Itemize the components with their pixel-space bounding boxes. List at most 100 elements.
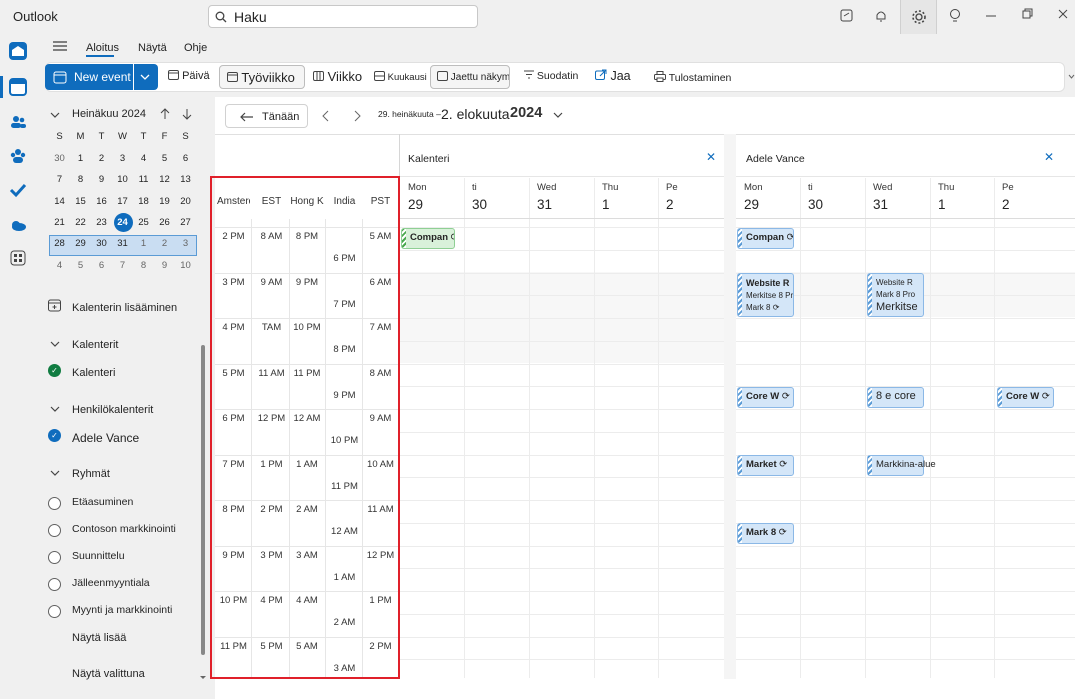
day-number[interactable]: 31 xyxy=(537,197,552,212)
mini-calendar-day[interactable]: 19 xyxy=(154,196,175,207)
tab-home[interactable]: Aloitus xyxy=(86,42,119,54)
mini-calendar-title[interactable]: Heinäkuu 2024 xyxy=(72,108,146,120)
mini-calendar-day[interactable]: 5 xyxy=(70,260,91,271)
mini-calendar-day[interactable]: 5 xyxy=(154,153,175,164)
event-website-review[interactable]: Website R Mark 8 Pro Merkitse xyxy=(867,273,924,317)
mini-calendar-day[interactable]: 16 xyxy=(91,196,112,207)
date-range-year[interactable]: 2024 xyxy=(510,105,542,121)
mini-calendar-day[interactable]: 8 xyxy=(133,260,154,271)
mini-calendar-day[interactable]: 28 xyxy=(49,238,70,249)
event-core-work[interactable]: Core W ⟳ xyxy=(997,387,1054,408)
search-input[interactable]: Haku xyxy=(208,5,478,28)
event-core-work[interactable]: 8 e core xyxy=(867,387,924,408)
mini-calendar-day[interactable]: 25 xyxy=(133,217,154,228)
mini-calendar-day[interactable]: 4 xyxy=(133,153,154,164)
show-selected-link[interactable]: Näytä valittuna xyxy=(72,668,145,680)
date-range-end[interactable]: 2. elokuuta xyxy=(441,106,510,122)
day-view-button[interactable]: Päivä xyxy=(168,66,216,88)
close-pane-icon[interactable]: ✕ xyxy=(1044,150,1054,164)
event-website-review[interactable]: Website R Merkitse 8 Pro Mark 8 ⟳ xyxy=(737,273,794,317)
mini-calendar-day[interactable]: 10 xyxy=(175,260,196,271)
add-calendar-link[interactable]: Kalenterin lisääminen xyxy=(72,302,177,314)
event-company[interactable]: Compan ⟳ xyxy=(737,228,794,249)
chevron-down-icon[interactable] xyxy=(50,405,60,416)
mini-calendar-day[interactable]: 22 xyxy=(70,217,91,228)
chevron-down-icon[interactable] xyxy=(553,111,563,123)
mini-calendar-day[interactable]: 3 xyxy=(112,153,133,164)
calendar-icon[interactable] xyxy=(9,78,27,96)
day-number[interactable]: 31 xyxy=(873,197,888,212)
day-number[interactable]: 30 xyxy=(808,197,823,212)
mini-calendar-day[interactable]: 15 xyxy=(70,196,91,207)
close-pane-icon[interactable]: ✕ xyxy=(706,150,716,164)
mini-calendar-day[interactable]: 7 xyxy=(112,260,133,271)
mini-calendar-day[interactable]: 6 xyxy=(91,260,112,271)
mini-calendar-day[interactable]: 13 xyxy=(175,174,196,185)
mini-calendar-day[interactable]: 12 xyxy=(154,174,175,185)
group-radio[interactable] xyxy=(48,551,61,564)
split-view-button[interactable]: Jaettu näkymä xyxy=(430,65,510,89)
arrow-down-icon[interactable] xyxy=(182,108,192,123)
mini-calendar-day[interactable]: 9 xyxy=(154,260,175,271)
event-company[interactable]: Compan ⟳ xyxy=(401,228,455,249)
mini-calendar-day[interactable]: 11 xyxy=(133,174,154,185)
week-view-button[interactable]: Viikko xyxy=(313,66,368,88)
mini-calendar-day[interactable]: 2 xyxy=(91,153,112,164)
day-number[interactable]: 1 xyxy=(938,197,946,212)
scroll-down-icon[interactable] xyxy=(199,672,207,684)
calendar-add-icon[interactable] xyxy=(48,299,62,316)
mini-calendar-day[interactable]: 7 xyxy=(49,174,70,185)
mini-calendar-day[interactable]: 27 xyxy=(175,217,196,228)
mini-calendar-day[interactable]: 4 xyxy=(49,260,70,271)
mini-calendar-day[interactable]: 1 xyxy=(70,153,91,164)
group-item[interactable]: Etäasuminen xyxy=(72,496,133,508)
group-item[interactable]: Suunnittelu xyxy=(72,550,125,562)
event-marketing[interactable]: Markkina-alue xyxy=(867,455,936,476)
mini-calendar-day[interactable]: 6 xyxy=(175,153,196,164)
mini-calendar-day[interactable]: 26 xyxy=(154,217,175,228)
mini-calendar-day[interactable]: 21 xyxy=(49,217,70,228)
mini-calendar-day[interactable]: 17 xyxy=(112,196,133,207)
day-number[interactable]: 30 xyxy=(472,197,487,212)
mail-icon[interactable] xyxy=(9,42,27,60)
event-core-work[interactable]: Core W ⟳ xyxy=(737,387,794,408)
chevron-down-icon[interactable] xyxy=(140,73,150,81)
mini-calendar-day[interactable]: 14 xyxy=(49,196,70,207)
date-range-start[interactable]: 29. heinäkuuta – xyxy=(378,109,441,119)
next-week-icon[interactable] xyxy=(353,110,361,125)
group-item[interactable]: Myynti ja markkinointi xyxy=(72,604,172,616)
lightbulb-icon[interactable] xyxy=(944,7,966,27)
restore-icon[interactable] xyxy=(1016,7,1038,27)
group-item[interactable]: Contoson markkinointi xyxy=(72,523,176,535)
group-radio[interactable] xyxy=(48,578,61,591)
day-number[interactable]: 29 xyxy=(408,197,423,212)
mini-calendar-day[interactable]: 30 xyxy=(49,153,70,164)
today-button[interactable]: Tänään xyxy=(225,104,308,128)
group-radio[interactable] xyxy=(48,497,61,510)
mini-calendar-day[interactable]: 30 xyxy=(91,238,112,249)
calendars-header[interactable]: Kalenterit xyxy=(72,339,118,351)
day-number[interactable]: 1 xyxy=(602,197,610,212)
prev-week-icon[interactable] xyxy=(322,110,330,125)
event-mark8[interactable]: Mark 8 ⟳ xyxy=(737,523,794,544)
new-event-button[interactable]: New event xyxy=(45,64,158,90)
personal-calendar-item[interactable]: Adele Vance xyxy=(72,431,139,445)
chevron-down-icon[interactable] xyxy=(50,340,60,351)
arrow-up-icon[interactable] xyxy=(160,108,170,123)
mini-calendar-day[interactable]: 24 xyxy=(112,217,133,228)
chevron-down-icon[interactable] xyxy=(50,469,60,480)
tab-view[interactable]: Näytä xyxy=(138,42,167,54)
mini-calendar-collapse-icon[interactable] xyxy=(50,110,60,122)
onedrive-icon[interactable] xyxy=(9,216,27,234)
people-icon[interactable] xyxy=(9,113,27,131)
day-number[interactable]: 29 xyxy=(744,197,759,212)
mini-calendar-day[interactable]: 31 xyxy=(112,238,133,249)
mini-calendar-day[interactable]: 3 xyxy=(175,238,196,249)
groups-icon[interactable] xyxy=(9,147,27,165)
month-view-button[interactable]: Kuukausi xyxy=(374,66,430,88)
show-more-link[interactable]: Näytä lisää xyxy=(72,632,126,644)
group-item[interactable]: Jälleenmyyntiala xyxy=(72,577,150,589)
group-radio[interactable] xyxy=(48,524,61,537)
mini-calendar-day[interactable]: 9 xyxy=(91,174,112,185)
group-radio[interactable] xyxy=(48,605,61,618)
